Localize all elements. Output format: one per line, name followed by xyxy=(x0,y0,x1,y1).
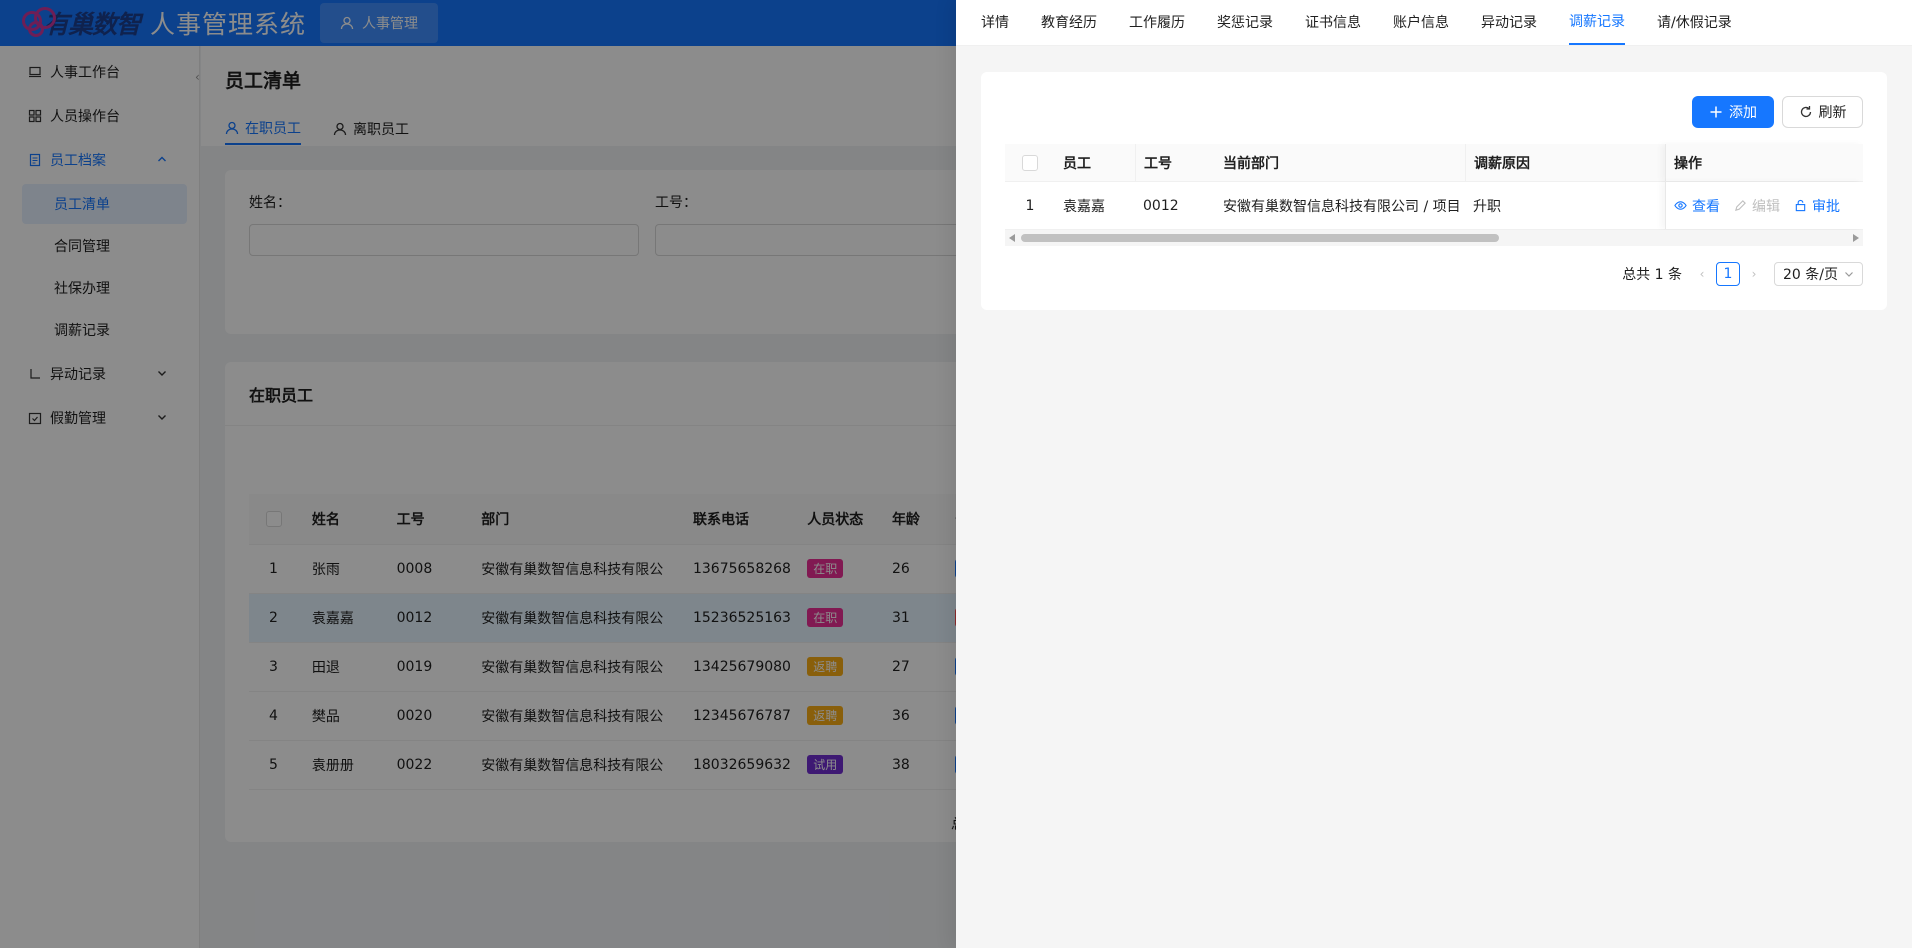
row-employee: 袁嘉嘉 xyxy=(1063,198,1105,215)
drawer-tab-3[interactable]: 奖惩记录 xyxy=(1217,0,1273,45)
drawer-tab-0[interactable]: 详情 xyxy=(981,0,1009,45)
refresh-icon xyxy=(1800,106,1811,118)
drawer-tabs: 详情 教育经历 工作履历 奖惩记录 证书信息 账户信息 异动记录 调薪记录 请/休假记录 xyxy=(956,0,1912,46)
column-header-no: 工号 xyxy=(1135,144,1215,181)
drawer-tab-1[interactable]: 教育经历 xyxy=(1041,0,1097,45)
edit-icon xyxy=(1735,200,1746,211)
page-size-select[interactable]: 20 条/页 xyxy=(1774,262,1863,286)
drawer-tab-2[interactable]: 工作履历 xyxy=(1129,0,1185,45)
row-dept: 安徽有巢数智信息科技有限公司 / 项目 xyxy=(1223,198,1461,215)
page-number[interactable]: 1 xyxy=(1716,262,1740,286)
drawer-tab-4[interactable]: 证书信息 xyxy=(1305,0,1361,45)
scroll-right-icon[interactable] xyxy=(1853,234,1859,242)
column-header-reason: 调薪原因 xyxy=(1465,144,1665,181)
salary-records-card: 添加 刷新 员工 工号 当前部门 调薪原因 操作 1 袁嘉嘉 0012 安徽有巢… xyxy=(981,72,1887,310)
drawer-tab-6[interactable]: 异动记录 xyxy=(1481,0,1537,45)
scroll-thumb[interactable] xyxy=(1021,234,1499,242)
column-header-dept: 当前部门 xyxy=(1223,155,1279,172)
column-header-op: 操作 xyxy=(1665,144,1863,181)
drawer-tab-5[interactable]: 账户信息 xyxy=(1393,0,1449,45)
unlock-icon xyxy=(1795,199,1806,212)
select-all-checkbox[interactable] xyxy=(1005,144,1055,181)
chevron-down-icon xyxy=(1845,272,1853,277)
row-actions: 查看 编辑 审批 xyxy=(1665,182,1863,229)
row-no: 0012 xyxy=(1143,197,1179,214)
row-index: 1 xyxy=(1025,197,1035,214)
pagination: 总共 1 条 ‹ 1 › 20 条/页 xyxy=(1622,262,1863,286)
horizontal-scrollbar[interactable] xyxy=(1005,230,1863,246)
pagination-total: 总共 1 条 xyxy=(1622,267,1682,283)
table-header-row: 员工 工号 当前部门 调薪原因 操作 xyxy=(1005,144,1863,182)
eye-icon xyxy=(1674,201,1687,210)
view-link[interactable]: 查看 xyxy=(1674,196,1720,216)
row-reason: 升职 xyxy=(1473,198,1501,215)
refresh-button[interactable]: 刷新 xyxy=(1782,96,1863,128)
column-header-employee: 员工 xyxy=(1063,155,1091,172)
employee-detail-drawer: 详情 教育经历 工作履历 奖惩记录 证书信息 账户信息 异动记录 调薪记录 请/休假记录 添加 … xyxy=(956,0,1912,948)
approve-link[interactable]: 审批 xyxy=(1794,196,1840,216)
prev-page-icon[interactable]: ‹ xyxy=(1692,267,1712,281)
next-page-icon[interactable]: › xyxy=(1744,267,1764,281)
plus-icon xyxy=(1710,106,1722,118)
edit-link[interactable]: 编辑 xyxy=(1734,196,1780,216)
salary-records-table: 员工 工号 当前部门 调薪原因 操作 1 袁嘉嘉 0012 安徽有巢数智信息科技… xyxy=(1005,144,1863,230)
add-button[interactable]: 添加 xyxy=(1692,96,1774,128)
drawer-tab-8[interactable]: 请/休假记录 xyxy=(1657,0,1732,45)
drawer-tab-7[interactable]: 调薪记录 xyxy=(1569,0,1625,45)
table-row: 1 袁嘉嘉 0012 安徽有巢数智信息科技有限公司 / 项目 升职 查看 编辑 xyxy=(1005,182,1863,230)
scroll-left-icon[interactable] xyxy=(1009,234,1015,242)
